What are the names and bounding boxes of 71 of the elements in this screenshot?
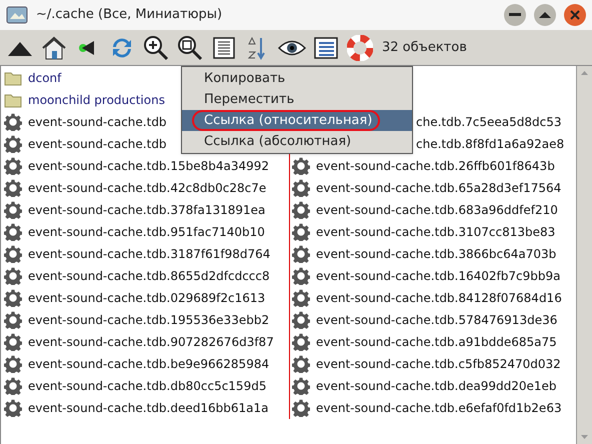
gear-icon (4, 135, 22, 153)
app-icon (6, 5, 28, 25)
folder-name[interactable]: moonchild productions (28, 91, 165, 109)
file-name[interactable]: event-sound-cache.tdb.deed16bb61a1a (28, 399, 268, 417)
caret-up-icon (539, 11, 551, 19)
file-name[interactable]: event-sound-cache.tdb.42c8db0c28c7e (28, 179, 266, 197)
gear-icon (292, 311, 310, 329)
file-name[interactable]: event-sound-cache.tdb.26ffb601f8643b (316, 157, 555, 175)
file-name[interactable]: event-sound-cache.tdb.db80cc5c159d5 (28, 377, 266, 395)
file-name[interactable]: event-sound-cache.tdb.a91bdde685a75 (316, 333, 557, 351)
gear-icon (4, 179, 22, 197)
file-name[interactable]: event-sound-cache.tdb.65a28d3ef17564 (316, 179, 562, 197)
file-name[interactable]: event-sound-cache.tdb.be9e966285984 (28, 355, 270, 373)
gear-icon (4, 245, 22, 263)
gear-icon (292, 399, 310, 417)
menu-item[interactable]: Ссылка (абсолютная) (182, 131, 412, 152)
folder-icon (4, 92, 22, 108)
file-name[interactable]: event-sound-cache.tdb.195536e33ebb2 (28, 311, 270, 329)
file-name[interactable]: che.tdb.7c5eea5d8dc53 (416, 113, 562, 131)
gear-icon (292, 355, 310, 373)
file-name[interactable]: event-sound-cache.tdb.15be8b4a34992 (28, 157, 270, 175)
gear-icon (292, 289, 310, 307)
file-name[interactable]: event-sound-cache.tdb (28, 113, 167, 131)
gear-icon (4, 289, 22, 307)
minimize-button[interactable] (504, 4, 526, 26)
file-name[interactable]: event-sound-cache.tdb.3866bc64a703b (316, 245, 556, 263)
gear-icon (4, 355, 22, 373)
gear-icon (4, 157, 22, 175)
window-title: ~/.cache (Все, Миниатюры) (36, 6, 224, 24)
gear-icon (4, 399, 22, 417)
file-name[interactable]: event-sound-cache.tdb.578476913de36 (316, 311, 558, 329)
file-name[interactable]: event-sound-cache.tdb.3187f61f98d764 (28, 245, 270, 263)
gear-icon (292, 179, 310, 197)
file-name[interactable]: event-sound-cache.tdb.951fac7140b10 (28, 223, 265, 241)
file-name[interactable]: event-sound-cache.tdb.3107cc813be83 (316, 223, 556, 241)
menu-item[interactable]: Копировать (182, 68, 412, 89)
gear-icon (4, 311, 22, 329)
gear-icon (292, 201, 310, 219)
file-name[interactable]: event-sound-cache.tdb.378fa131891ea (28, 201, 266, 219)
file-name[interactable]: event-sound-cache.tdb.c5fb852470d032 (316, 355, 561, 373)
folder-icon (4, 70, 22, 86)
gear-icon (292, 377, 310, 395)
gear-icon (4, 267, 22, 285)
gear-icon (292, 157, 310, 175)
gear-icon (292, 267, 310, 285)
gear-icon (4, 377, 22, 395)
file-name[interactable]: event-sound-cache.tdb.84128f07684d16 (316, 289, 562, 307)
gear-icon (4, 333, 22, 351)
folder-name[interactable]: dconf (28, 69, 62, 87)
close-icon (570, 10, 580, 20)
close-button[interactable] (564, 4, 586, 26)
menu-item[interactable]: Переместить (182, 89, 412, 110)
lifebuoy-icon[interactable] (344, 32, 376, 62)
minus-icon (509, 13, 521, 17)
file-name[interactable]: event-sound-cache.tdb.029689f2c1613 (28, 289, 266, 307)
file-name[interactable]: event-sound-cache.tdb.dea99dd20e1eb (316, 377, 557, 395)
file-name[interactable]: event-sound-cache.tdb.e6efaf0fd1b2e63 (316, 399, 562, 417)
file-name[interactable]: che.tdb.8f8fd1a6a92ae8 (416, 135, 564, 153)
file-name[interactable]: event-sound-cache.tdb.16402fb7c9bb9a (316, 267, 560, 285)
gear-icon (292, 223, 310, 241)
file-name[interactable]: event-sound-cache.tdb (28, 135, 167, 153)
maximize-button[interactable] (534, 4, 556, 26)
file-name[interactable]: event-sound-cache.tdb.907282676d3f87 (28, 333, 274, 351)
gear-icon (292, 245, 310, 263)
gear-icon (4, 201, 22, 219)
gear-icon (292, 333, 310, 351)
item-count: 32 объектов (382, 38, 467, 57)
file-name[interactable]: event-sound-cache.tdb.683a96ddfef210 (316, 201, 558, 219)
gear-icon (4, 113, 22, 131)
gear-icon (4, 223, 22, 241)
file-name[interactable]: event-sound-cache.tdb.8655d2dfcdccc8 (28, 267, 270, 285)
